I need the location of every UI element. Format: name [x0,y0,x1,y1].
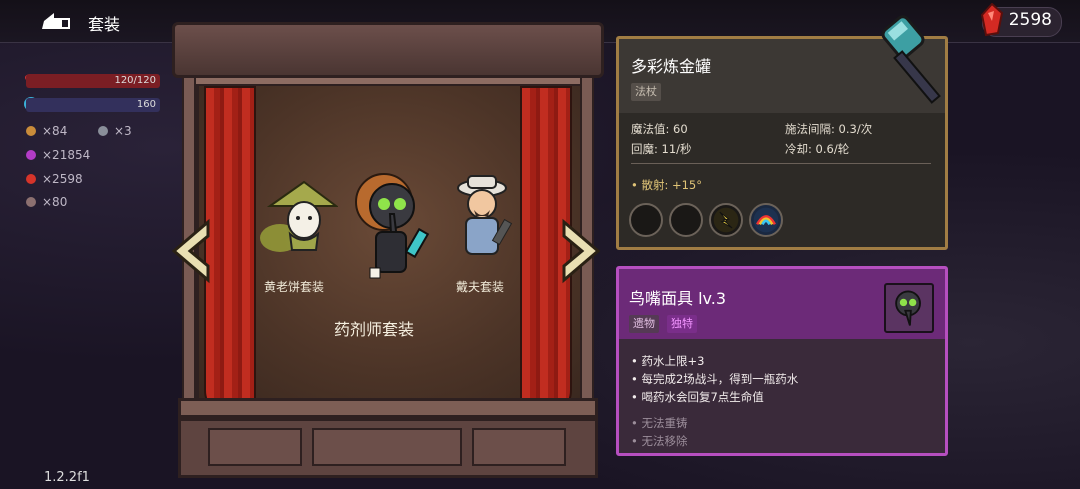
weapon-stat-interval: 施法间隔: 0.3/次 [785,122,873,136]
weapon-name: 多彩炼金罐 [631,57,712,76]
next-arrow-button[interactable] [560,218,604,284]
relic-effect-2: • 每完成2场战斗，得到一瓶药水 [631,372,799,386]
char-name-right: 戴夫套装 [455,280,504,294]
relic-tag-unique: 独特 [667,315,697,333]
resource-key: ×3 [98,124,132,138]
page-title: 套装 [88,15,121,34]
selected-set-name: 药剂师套装 [333,320,414,339]
purple-gem-icon [26,150,36,160]
relic-note-1: • 无法重铸 [631,416,688,430]
drawer-middle [312,428,462,466]
spell-slot-empty-2[interactable] [669,203,703,237]
resource-parts: ×80 [26,195,67,209]
stage-canopy [172,22,604,78]
relic-note-2: • 无法移除 [631,434,688,448]
alchemy-staff-icon [881,15,941,104]
weapon-spread: • 散射: +15° [631,178,703,192]
weapon-divider [631,163,931,164]
parts-icon [26,197,36,207]
red-gem-icon [26,174,36,184]
weapon-stat-mana: 魔法值: 60 [631,122,688,136]
version-label: 1.2.2f1 [44,470,90,485]
resource-red-gem: ×2598 [26,172,83,186]
relic-tag-relic: 遗物 [629,315,659,333]
stage-floor [178,398,598,418]
relic-panel: 鸟嘴面具 lv.3 遗物 独特 • 药水上限+3 • 每完成2场战斗，得到一瓶药… [616,266,948,456]
key-icon [98,126,108,136]
weapon-type-tag: 法杖 [631,83,661,101]
character-apothecary[interactable] [352,170,442,290]
rainbow-spell-icon[interactable] [749,203,783,237]
plague-mask-icon [884,283,934,333]
red-gem-icon [980,3,1004,37]
character-dave[interactable] [452,172,522,272]
drawer-right [472,428,566,466]
relic-effect-1: • 药水上限+3 [631,354,705,368]
resource-purple-gem: ×21854 [26,148,90,162]
hp-bar: 120/120 [26,74,160,88]
spell-slot-empty-1[interactable] [629,203,663,237]
weapon-stat-cooldown: 冷却: 0.6/轮 [785,142,850,156]
prev-arrow-button[interactable] [168,218,212,284]
resource-coin: ×84 [26,124,67,138]
relic-name: 鸟嘴面具 lv.3 [629,289,727,308]
char-name-left: 黄老饼套装 [263,280,324,294]
weapon-stat-regen: 回魔: 11/秒 [631,142,692,156]
relic-effect-3: • 喝药水会回复7点生命值 [631,390,764,404]
mp-bar: 160 [26,98,160,112]
curtain-rod [194,76,582,86]
back-icon[interactable] [40,10,76,32]
drawer-left [208,428,302,466]
gem-count: 2598 [1008,10,1052,30]
coin-icon [26,126,36,136]
lightning-spell-icon[interactable] [709,203,743,237]
character-huanglaobing[interactable] [258,176,338,266]
